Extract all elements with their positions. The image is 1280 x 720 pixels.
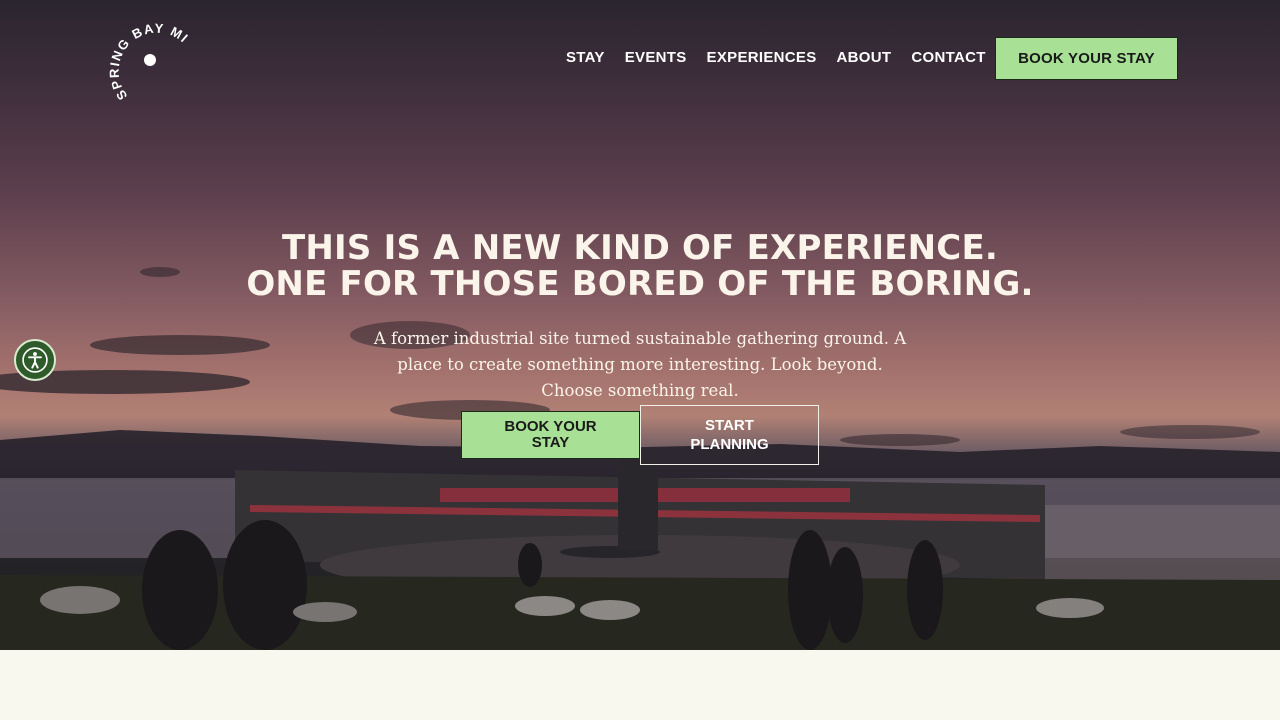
main-nav: STAY EVENTS EXPERIENCES ABOUT CONTACT bbox=[556, 48, 996, 68]
nav-item-experiences[interactable]: EXPERIENCES bbox=[697, 48, 827, 68]
spring-bay-mill-logo[interactable]: SPRING BAY MILL bbox=[99, 4, 194, 106]
book-your-stay-header-button[interactable]: BOOK YOUR STAY bbox=[995, 37, 1178, 80]
start-planning-button[interactable]: START PLANNING bbox=[640, 405, 819, 465]
hero-headline-line-2: ONE FOR THOSE BORED OF THE BORING. bbox=[246, 264, 1034, 304]
nav-item-contact[interactable]: CONTACT bbox=[901, 48, 995, 68]
nav-item-stay[interactable]: STAY bbox=[556, 48, 615, 68]
hero-headline: THIS IS A NEW KIND OF EXPERIENCE. ONE FO… bbox=[240, 230, 1040, 302]
nav-item-about[interactable]: ABOUT bbox=[827, 48, 902, 68]
nav-item-events[interactable]: EVENTS bbox=[615, 48, 697, 68]
content-section-top bbox=[0, 650, 1280, 720]
book-your-stay-hero-button[interactable]: BOOK YOUR STAY bbox=[461, 411, 640, 459]
hero-headline-line-1: THIS IS A NEW KIND OF EXPERIENCE. bbox=[281, 228, 999, 268]
hero-subtext: A former industrial site turned sustaina… bbox=[373, 329, 907, 400]
accessibility-icon bbox=[22, 347, 48, 373]
accessibility-button[interactable] bbox=[14, 339, 56, 381]
logo-icon: SPRING BAY MILL bbox=[99, 4, 190, 103]
